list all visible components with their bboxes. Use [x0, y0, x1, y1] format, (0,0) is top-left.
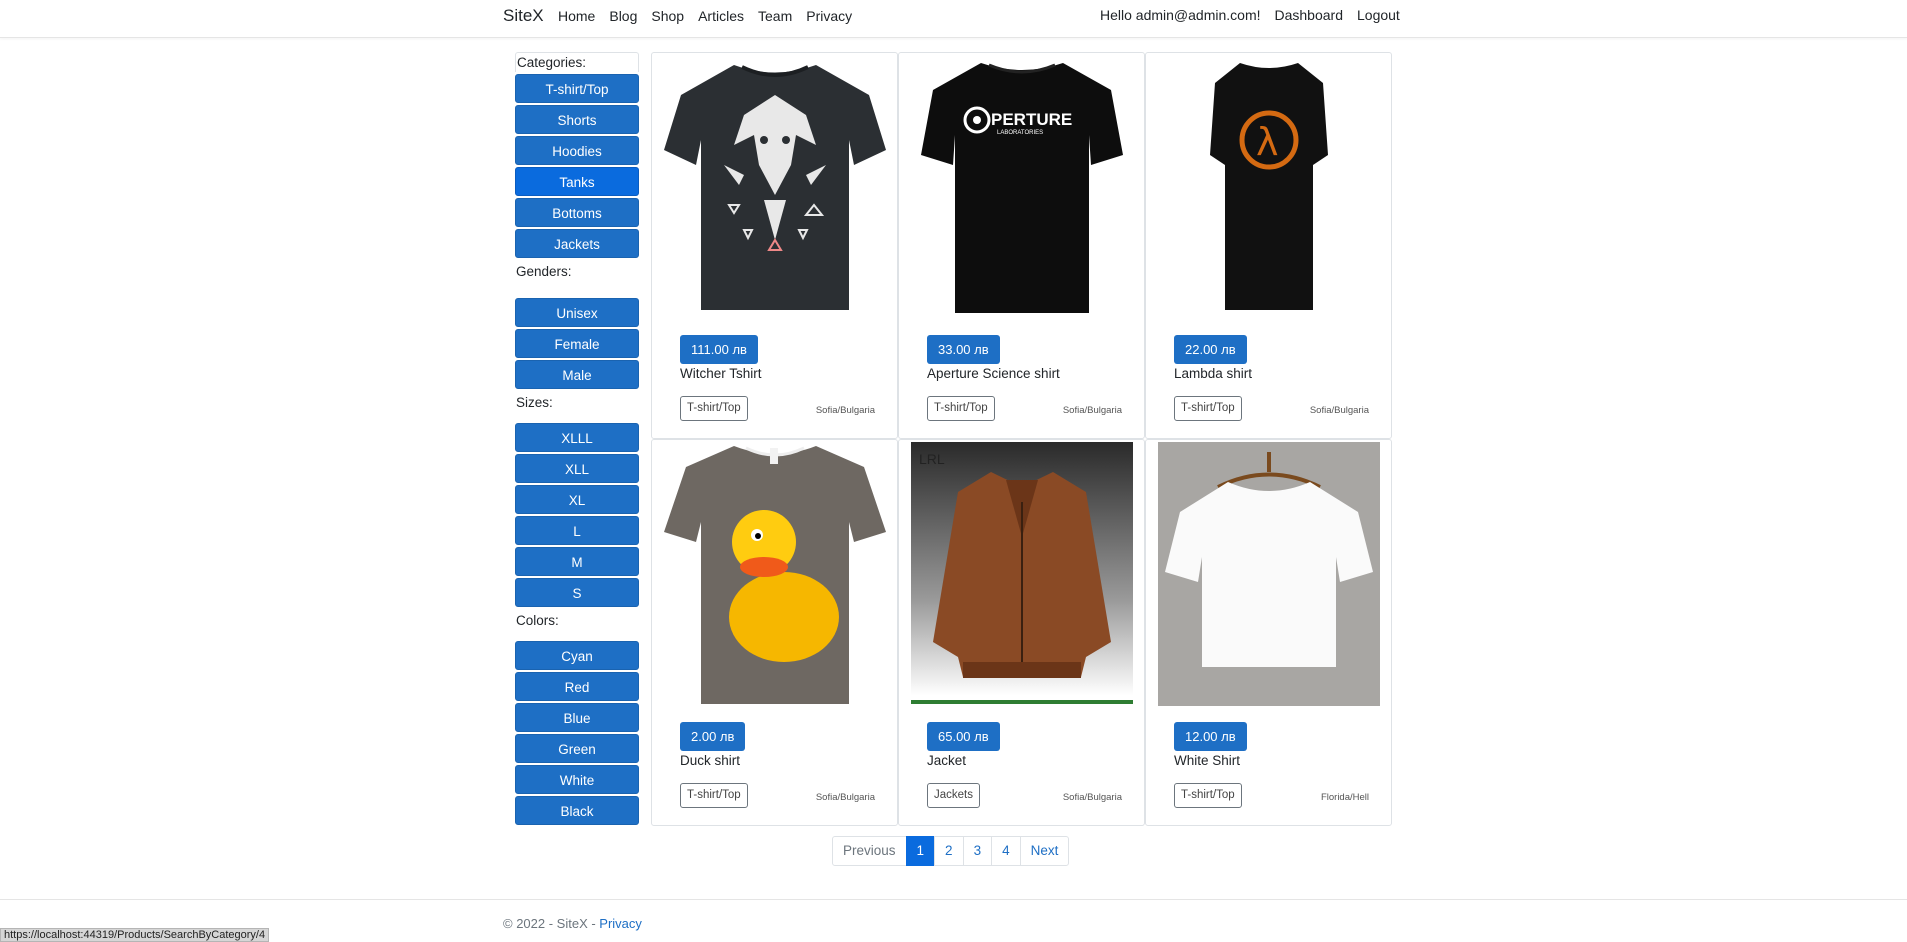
pagination-page-3[interactable]: 3 — [962, 836, 993, 866]
pagination-previous[interactable]: Previous — [832, 836, 907, 866]
price-badge[interactable]: 111.00 лв — [680, 335, 758, 364]
product-name[interactable]: Jacket — [927, 753, 966, 768]
svg-text:LRL: LRL — [919, 451, 945, 467]
filter-size-xlll[interactable]: XLLL — [515, 423, 639, 452]
nav-logout[interactable]: Logout — [1357, 7, 1400, 23]
category-tag[interactable]: Jackets — [927, 783, 980, 808]
product-location: Sofia/Bulgaria — [815, 792, 875, 803]
filter-size-s[interactable]: S — [515, 578, 639, 607]
filter-sidebar: Categories: T-shirt/Top Shorts Hoodies T… — [515, 52, 639, 829]
user-nav: Hello admin@admin.com! Dashboard Logout — [1100, 7, 1400, 23]
category-tag[interactable]: T-shirt/Top — [680, 396, 748, 421]
colors-label: Colors: — [515, 611, 639, 631]
product-name[interactable]: Duck shirt — [680, 753, 740, 768]
category-tag[interactable]: T-shirt/Top — [1174, 783, 1242, 808]
product-card[interactable]: 12.00 лв White Shirt T-shirt/Top Florida… — [1145, 439, 1392, 826]
lambda-shirt-image[interactable]: λ — [1158, 55, 1380, 319]
filter-size-l[interactable]: L — [515, 516, 639, 545]
genders-label: Genders: — [515, 262, 639, 282]
genders-group: Genders: Unisex Female Male — [515, 262, 639, 389]
footer-text: © 2022 - SiteX - Privacy — [503, 916, 642, 931]
product-location: Sofia/Bulgaria — [1309, 405, 1369, 416]
pagination-page-1[interactable]: 1 — [905, 836, 936, 866]
product-card[interactable]: 2.00 лв Duck shirt T-shirt/Top Sofia/Bul… — [651, 439, 898, 826]
nav-dashboard[interactable]: Dashboard — [1275, 7, 1344, 23]
product-name[interactable]: Lambda shirt — [1174, 366, 1252, 381]
main-nav: Home Blog Shop Articles Team Privacy — [558, 8, 852, 24]
filter-category-hoodies[interactable]: Hoodies — [515, 136, 639, 165]
product-card[interactable]: 111.00 лв Witcher Tshirt T-shirt/Top Sof… — [651, 52, 898, 439]
product-location: Sofia/Bulgaria — [815, 405, 875, 416]
pagination-page-4[interactable]: 4 — [991, 836, 1021, 866]
product-card[interactable]: PERTURE LABORATORIES 33.00 лв Aperture S… — [898, 52, 1145, 439]
product-location: Sofia/Bulgaria — [1062, 405, 1122, 416]
filter-gender-unisex[interactable]: Unisex — [515, 298, 639, 327]
duck-shirt-image[interactable] — [664, 442, 886, 706]
filter-size-xl[interactable]: XL — [515, 485, 639, 514]
nav-articles[interactable]: Articles — [698, 8, 744, 24]
user-greeting[interactable]: Hello admin@admin.com! — [1100, 7, 1261, 23]
nav-privacy[interactable]: Privacy — [806, 8, 852, 24]
filter-category-shorts[interactable]: Shorts — [515, 105, 639, 134]
product-grid: 111.00 лв Witcher Tshirt T-shirt/Top Sof… — [651, 52, 1392, 826]
filter-color-cyan[interactable]: Cyan — [515, 641, 639, 670]
filter-color-red[interactable]: Red — [515, 672, 639, 701]
svg-text:LABORATORIES: LABORATORIES — [997, 130, 1043, 136]
product-card[interactable]: LRL 65.00 лв Jacket Jackets Sofia/Bulgar… — [898, 439, 1145, 826]
filter-category-bottoms[interactable]: Bottoms — [515, 198, 639, 227]
pagination-next[interactable]: Next — [1019, 836, 1070, 866]
footer: © 2022 - SiteX - Privacy — [0, 899, 1907, 942]
leather-jacket-image[interactable]: LRL — [911, 442, 1133, 706]
categories-group: Categories: T-shirt/Top Shorts Hoodies T… — [515, 52, 639, 258]
category-tag[interactable]: T-shirt/Top — [927, 396, 995, 421]
filter-color-blue[interactable]: Blue — [515, 703, 639, 732]
price-badge[interactable]: 2.00 лв — [680, 722, 746, 751]
nav-team[interactable]: Team — [758, 8, 792, 24]
filter-category-jackets[interactable]: Jackets — [515, 229, 639, 258]
category-tag[interactable]: T-shirt/Top — [680, 783, 748, 808]
categories-label: Categories: — [515, 52, 639, 72]
price-badge[interactable]: 12.00 лв — [1174, 722, 1247, 751]
witcher-tshirt-image[interactable] — [664, 55, 886, 319]
product-location: Florida/Hell — [1320, 792, 1369, 803]
nav-home[interactable]: Home — [558, 8, 595, 24]
filter-category-tshirt[interactable]: T-shirt/Top — [515, 74, 639, 103]
white-shirt-image[interactable] — [1158, 442, 1380, 706]
product-name[interactable]: Witcher Tshirt — [680, 366, 762, 381]
filter-size-m[interactable]: M — [515, 547, 639, 576]
sizes-group: Sizes: XLLL XLL XL L M S — [515, 393, 639, 607]
footer-privacy-link[interactable]: Privacy — [599, 916, 642, 931]
filter-color-white[interactable]: White — [515, 765, 639, 794]
pagination-page-2[interactable]: 2 — [934, 836, 964, 866]
price-badge[interactable]: 65.00 лв — [927, 722, 1000, 751]
product-name[interactable]: Aperture Science shirt — [927, 366, 1060, 381]
svg-text:PERTURE: PERTURE — [991, 110, 1072, 129]
price-badge[interactable]: 22.00 лв — [1174, 335, 1247, 364]
filter-gender-female[interactable]: Female — [515, 329, 639, 358]
product-name[interactable]: White Shirt — [1174, 753, 1240, 768]
sizes-label: Sizes: — [515, 393, 639, 413]
filter-size-xll[interactable]: XLL — [515, 454, 639, 483]
product-location: Sofia/Bulgaria — [1062, 792, 1122, 803]
aperture-shirt-image[interactable]: PERTURE LABORATORIES — [911, 55, 1133, 319]
brand-logo[interactable]: SiteX — [503, 6, 544, 26]
filter-color-green[interactable]: Green — [515, 734, 639, 763]
filter-category-tanks[interactable]: Tanks — [515, 167, 639, 196]
price-badge[interactable]: 33.00 лв — [927, 335, 1000, 364]
colors-group: Colors: Cyan Red Blue Green White Black — [515, 611, 639, 825]
copyright: © 2022 - SiteX - — [503, 916, 600, 931]
svg-text:λ: λ — [1256, 120, 1279, 164]
status-url: https://localhost:44319/Products/SearchB… — [0, 928, 270, 942]
filter-gender-male[interactable]: Male — [515, 360, 639, 389]
category-tag[interactable]: T-shirt/Top — [1174, 396, 1242, 421]
pagination: Previous 1 2 3 4 Next — [832, 836, 1070, 866]
product-card[interactable]: λ 22.00 лв Lambda shirt T-shirt/Top Sofi… — [1145, 52, 1392, 439]
nav-shop[interactable]: Shop — [651, 8, 684, 24]
nav-blog[interactable]: Blog — [609, 8, 637, 24]
filter-color-black[interactable]: Black — [515, 796, 639, 825]
top-navbar: SiteX Home Blog Shop Articles Team Priva… — [0, 0, 1907, 38]
